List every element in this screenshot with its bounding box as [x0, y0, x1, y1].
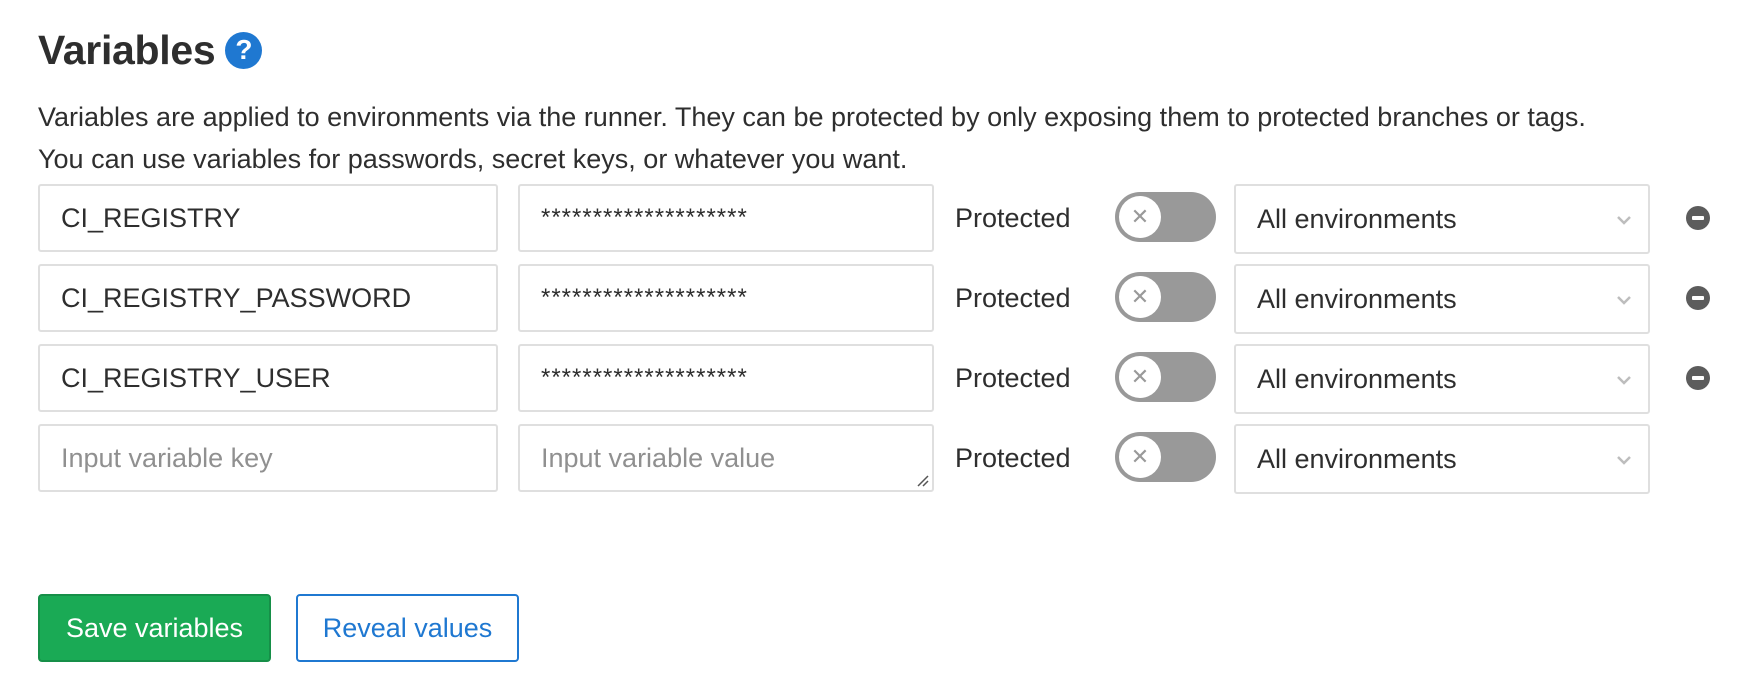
- environment-select[interactable]: All environments: [1234, 264, 1650, 334]
- environment-select-value: All environments: [1257, 203, 1457, 234]
- reveal-values-button[interactable]: Reveal values: [296, 594, 519, 662]
- new-variable-key-input[interactable]: Input variable key: [38, 424, 498, 492]
- new-variable-value-input[interactable]: Input variable value: [518, 424, 934, 492]
- variable-key-input[interactable]: CI_REGISTRY: [38, 184, 498, 252]
- section-description: Variables are applied to environments vi…: [38, 96, 1758, 180]
- close-icon: ✕: [1119, 356, 1161, 398]
- protected-label: Protected: [955, 202, 1071, 233]
- description-line-2: You can use variables for passwords, sec…: [38, 144, 908, 174]
- section-header: Variables ?: [38, 24, 263, 76]
- section-title: Variables: [38, 26, 216, 73]
- environment-select[interactable]: All environments: [1234, 184, 1650, 254]
- protected-label: Protected: [955, 282, 1071, 313]
- variable-value-input[interactable]: ********************: [518, 184, 934, 252]
- close-icon: ✕: [1119, 436, 1161, 478]
- protected-toggle[interactable]: ✕: [1115, 192, 1216, 242]
- variable-value-input[interactable]: ********************: [518, 264, 934, 332]
- environment-select[interactable]: All environments: [1234, 344, 1650, 414]
- environment-select-value: All environments: [1257, 443, 1457, 474]
- protected-toggle[interactable]: ✕: [1115, 272, 1216, 322]
- chevron-down-icon: [1617, 296, 1631, 305]
- variable-value-input[interactable]: ********************: [518, 344, 934, 412]
- environment-select-value: All environments: [1257, 283, 1457, 314]
- protected-toggle[interactable]: ✕: [1115, 432, 1216, 482]
- description-line-1: Variables are applied to environments vi…: [38, 102, 1586, 132]
- value-placeholder: Input variable value: [541, 442, 776, 473]
- key-placeholder: Input variable key: [61, 442, 273, 473]
- variable-key-input[interactable]: CI_REGISTRY_PASSWORD: [38, 264, 498, 332]
- close-icon: ✕: [1119, 276, 1161, 318]
- variable-key-input[interactable]: CI_REGISTRY_USER: [38, 344, 498, 412]
- protected-toggle[interactable]: ✕: [1115, 352, 1216, 402]
- remove-variable-button[interactable]: [1686, 366, 1710, 390]
- variables-section: Variables ? Variables are applied to env…: [0, 0, 1764, 692]
- remove-variable-button[interactable]: [1686, 206, 1710, 230]
- chevron-down-icon: [1617, 216, 1631, 225]
- close-icon: ✕: [1119, 196, 1161, 238]
- chevron-down-icon: [1617, 456, 1631, 465]
- help-icon[interactable]: ?: [225, 31, 263, 69]
- chevron-down-icon: [1617, 376, 1631, 385]
- resize-handle-icon[interactable]: [915, 473, 929, 487]
- environment-select[interactable]: All environments: [1234, 424, 1650, 494]
- save-variables-button[interactable]: Save variables: [38, 594, 271, 662]
- protected-label: Protected: [955, 362, 1071, 393]
- environment-select-value: All environments: [1257, 363, 1457, 394]
- remove-variable-button[interactable]: [1686, 286, 1710, 310]
- protected-label: Protected: [955, 442, 1071, 473]
